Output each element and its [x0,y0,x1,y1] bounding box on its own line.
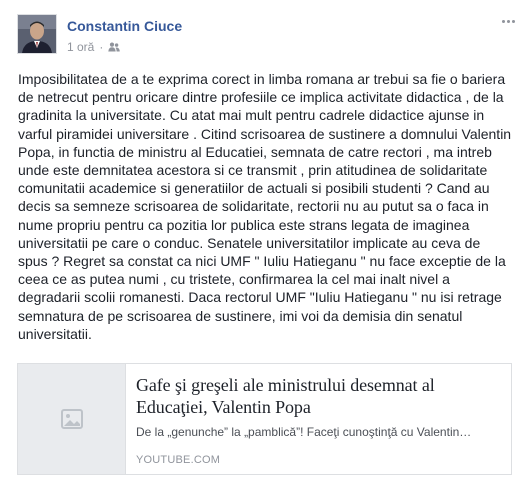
meta-separator: · [99,40,104,54]
post-time[interactable]: 1 oră [67,40,94,54]
image-placeholder-icon [60,409,83,429]
post-text: Imposibilitatea de a te exprima corect i… [18,71,512,342]
link-preview-card[interactable]: Gafe şi greşeli ale ministrului desemnat… [17,363,512,475]
more-dot [511,19,515,23]
link-description: De la „genunche” la „pamblică”! Faceţi c… [136,425,472,439]
avatar[interactable] [17,14,57,54]
more-dot [506,19,510,23]
link-info: Gafe şi greşeli ale ministrului desemnat… [126,364,511,474]
post-meta: 1 oră · [67,40,121,54]
avatar-image [18,15,56,53]
link-thumbnail [18,364,126,474]
friends-icon[interactable] [108,42,121,52]
facebook-post: Constantin Ciuce 1 oră · Imposibilitatea… [0,0,528,479]
link-domain: YOUTUBE.COM [136,454,221,466]
more-dot [501,19,505,23]
more-options-icon[interactable] [498,14,518,28]
link-title[interactable]: Gafe şi greşeli ale ministrului desemnat… [136,374,499,418]
author-name[interactable]: Constantin Ciuce [67,18,182,34]
